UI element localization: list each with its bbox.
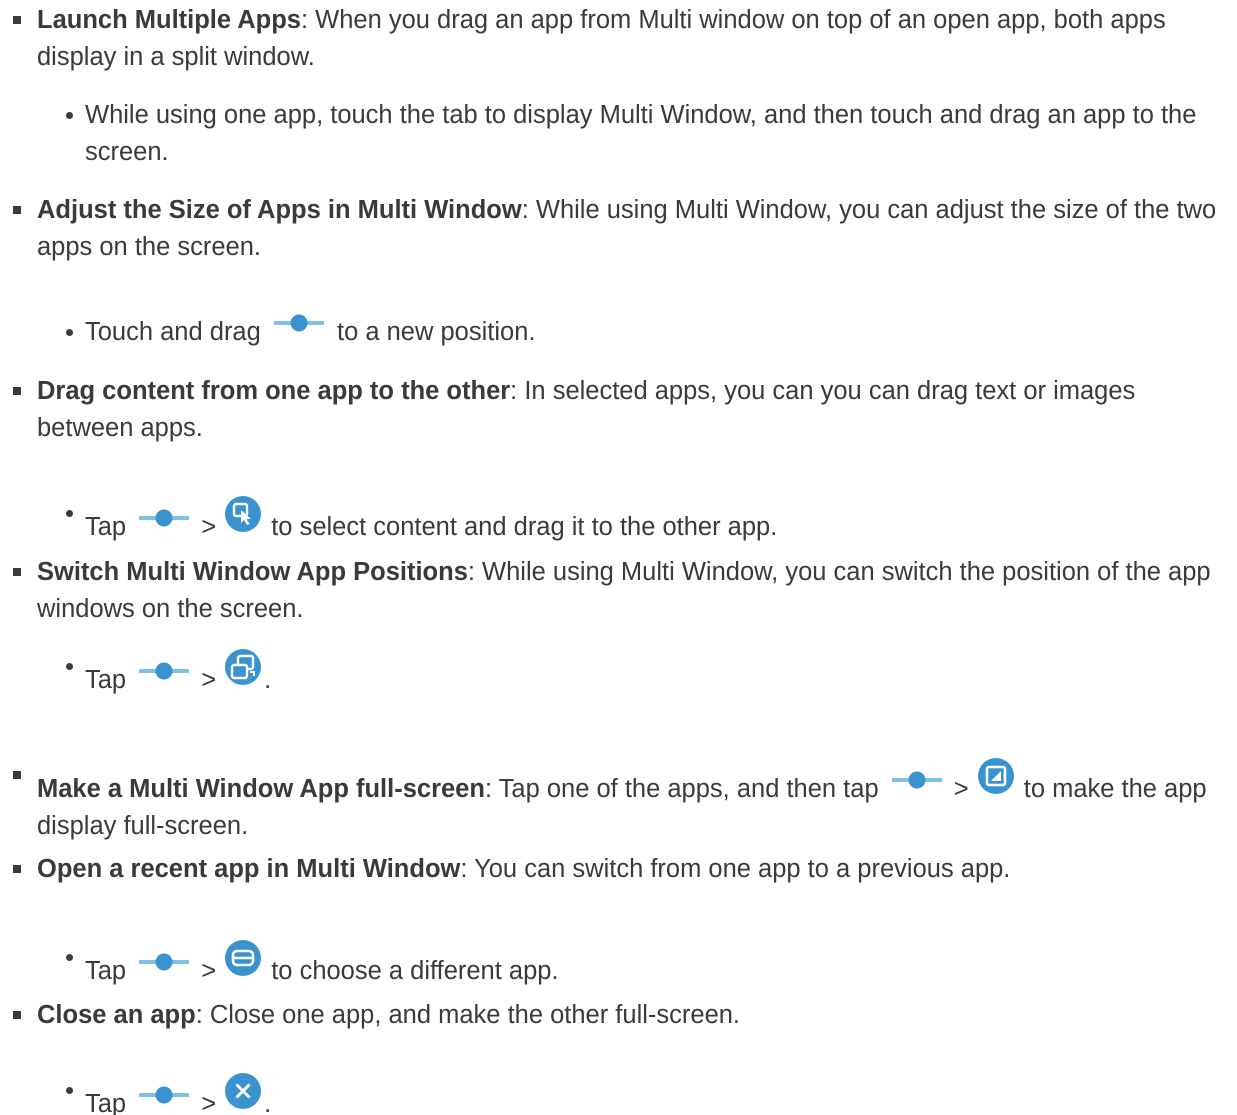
square-bullet <box>13 387 21 395</box>
multi-window-handle-icon <box>273 314 324 332</box>
multi-window-handle-icon <box>139 953 190 971</box>
item-text: : You can switch from one app to a previ… <box>460 855 1011 883</box>
round-bullet <box>66 1087 73 1094</box>
full-screen-icon <box>977 758 1014 794</box>
square-bullet <box>13 568 21 576</box>
sub-item-text-after: . <box>264 1090 272 1115</box>
sub-item-text-after: . <box>264 666 272 694</box>
square-bullet <box>13 1011 21 1019</box>
drag-content-icon <box>225 496 262 532</box>
sub-item-switch-positions: Tap > . <box>0 648 1237 699</box>
list-item-full-screen: Make a Multi Window App full-screen: Tap… <box>0 757 1237 845</box>
round-bullet <box>66 510 73 517</box>
list-item-switch-positions: Switch Multi Window App Positions: While… <box>0 554 1237 628</box>
item-title: Make a Multi Window App full-screen <box>37 775 485 803</box>
list-item-close-app: Close an app: Close one app, and make th… <box>0 997 1237 1034</box>
separator: > <box>953 775 969 803</box>
separator: > <box>201 666 217 694</box>
sub-item-drag-content: Tap > to select content and drag it to t… <box>0 495 1237 546</box>
item-title: Drag content from one app to the other <box>37 377 511 405</box>
square-bullet <box>13 771 21 779</box>
item-title: Close an app <box>37 1001 196 1029</box>
sub-item-launch-multiple-apps: While using one app, touch the tab to di… <box>0 97 1237 171</box>
sub-item-text-before: Tap <box>85 1090 127 1115</box>
separator: > <box>201 513 217 541</box>
separator: > <box>201 1090 217 1115</box>
item-text-before: : Tap one of the apps, and then tap <box>484 775 879 803</box>
multi-window-handle-icon <box>891 771 942 789</box>
round-bullet <box>66 663 73 670</box>
sub-item-text-before: Tap <box>85 513 127 541</box>
list-item-recent-app: Open a recent app in Multi Window: You c… <box>0 851 1237 888</box>
item-title: Switch Multi Window App Positions <box>37 558 468 586</box>
list-item-launch-multiple-apps: Launch Multiple Apps: When you drag an a… <box>0 2 1237 76</box>
round-bullet <box>66 112 73 119</box>
square-bullet <box>13 206 21 214</box>
sub-item-text-after: to select content and drag it to the oth… <box>271 513 778 541</box>
list-item-drag-content: Drag content from one app to the other: … <box>0 373 1237 447</box>
sub-item-recent-app: Tap > to choose a different app. <box>0 939 1237 990</box>
item-title: Launch Multiple Apps <box>37 6 301 34</box>
round-bullet <box>66 954 73 961</box>
sub-item-text-after: to a new position. <box>337 318 536 346</box>
switch-windows-icon <box>225 649 262 685</box>
item-title: Open a recent app in Multi Window <box>37 855 461 883</box>
separator: > <box>201 957 217 985</box>
square-bullet <box>13 16 21 24</box>
round-bullet <box>66 329 73 336</box>
sub-item-text-after: to choose a different app. <box>271 957 559 985</box>
sub-item-text-before: Tap <box>85 957 127 985</box>
sub-item-close-app: Tap > . <box>0 1072 1237 1115</box>
multi-window-handle-icon <box>139 1086 190 1104</box>
sub-item-text-before: Tap <box>85 666 127 694</box>
item-text: : Close one app, and make the other full… <box>195 1001 741 1029</box>
sub-item-text: While using one app, touch the tab to di… <box>85 101 1197 166</box>
multi-window-handle-icon <box>139 662 190 680</box>
multi-window-handle-icon <box>139 509 190 527</box>
list-item-adjust-size: Adjust the Size of Apps in Multi Window:… <box>0 192 1237 266</box>
item-title: Adjust the Size of Apps in Multi Window <box>37 196 522 224</box>
close-app-icon <box>225 1073 262 1109</box>
recent-app-icon <box>225 940 262 976</box>
square-bullet <box>13 865 21 873</box>
sub-item-text-before: Touch and drag <box>85 318 261 346</box>
sub-item-adjust-size: Touch and drag to a new position. <box>0 314 1237 351</box>
